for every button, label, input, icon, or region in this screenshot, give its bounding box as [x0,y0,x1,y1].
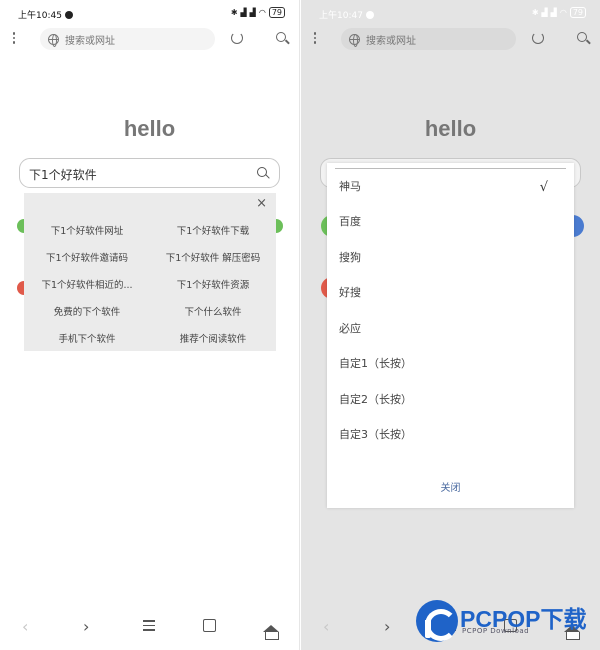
status-time: 上午10:47 [319,8,374,21]
hello-logo: hello [424,116,477,141]
back-icon[interactable]: ‹ [323,617,329,636]
dialog-divider [335,168,566,169]
selected-check-icon: √ [539,180,548,195]
globe-icon [48,33,59,47]
signal-icon: ▟ [240,8,247,17]
system-icons: ✱ ▟ ▟ ◠ 79 [532,7,586,18]
wifi-icon: ◠ [559,8,567,17]
tabs-icon[interactable] [203,617,216,636]
engine-option-bing[interactable]: 必应 [339,320,361,336]
status-time: 上午10:45 [18,8,73,21]
search-engine-dialog: 神马 √ 百度 搜狗 好搜 必应 自定1（长按） 自定2（长按） 自定3（长按）… [327,163,574,508]
signal-icon: ▟ [541,8,548,17]
globe-icon [349,33,360,47]
system-icons: ✱ ▟ ▟ ◠ 79 [231,7,285,18]
suggestion-item[interactable]: 下1个好软件下载 [150,223,276,237]
home-icon[interactable] [263,617,279,640]
suggestion-item[interactable]: 下个什么软件 [150,304,276,318]
url-bar[interactable]: 搜索或网址 [341,28,516,50]
engine-option-custom1[interactable]: 自定1（长按） [339,355,412,371]
engine-option-haosou[interactable]: 好搜 [339,284,361,300]
more-menu-icon[interactable] [312,30,318,48]
hello-logo: hello [123,116,176,141]
suggestion-item[interactable]: 推荐个阅读软件 [150,331,276,345]
engine-option-custom2[interactable]: 自定2（长按） [339,391,412,407]
watermark-sub: PCPOP Download [462,627,530,635]
engine-option-sogou[interactable]: 搜狗 [339,249,361,265]
forward-icon[interactable]: › [83,617,89,636]
browser-toolbar: 搜索或网址 [0,28,299,52]
dnd-icon [64,11,73,19]
more-menu-icon[interactable] [11,30,17,48]
pcpop-logo-icon [416,600,458,642]
search-query[interactable]: 下1个好软件 [29,166,97,183]
suggestion-item[interactable]: 下1个好软件 解压密码 [150,250,276,264]
engine-option-baidu[interactable]: 百度 [339,213,361,229]
signal-icon-2: ▟ [550,8,557,17]
left-screen: 上午10:45 ✱ ▟ ▟ ◠ 79 搜索或网址 hello 下1个好软件 × … [0,0,300,650]
back-icon[interactable]: ‹ [22,617,28,636]
bottom-nav: ‹ › [0,617,299,643]
forward-icon[interactable]: › [384,617,390,636]
browser-toolbar: 搜索或网址 [301,28,600,52]
suggestion-item[interactable]: 下1个好软件邀请码 [24,250,150,264]
search-icon[interactable] [276,32,288,44]
reload-icon[interactable] [231,32,243,44]
engine-option-shenma[interactable]: 神马 [339,178,361,194]
url-placeholder: 搜索或网址 [366,35,416,47]
close-icon[interactable]: × [256,196,267,211]
status-bar: 上午10:45 ✱ ▟ ▟ ◠ 79 [0,0,299,26]
engine-option-custom3[interactable]: 自定3（长按） [339,426,412,442]
status-bar: 上午10:47 ✱ ▟ ▟ ◠ 79 [301,0,600,26]
battery-icon: 79 [268,7,285,18]
search-icon[interactable] [257,167,269,179]
bluetooth-icon: ✱ [531,8,539,17]
menu-icon[interactable] [143,617,155,634]
pcpop-watermark-logo: PCPOP下载 PCPOP Download [416,598,600,650]
signal-icon-2: ▟ [249,8,256,17]
suggestion-item[interactable]: 手机下个软件 [24,331,150,345]
url-bar[interactable]: 搜索或网址 [40,28,215,50]
suggestion-item[interactable]: 下1个好软件相近的... [24,277,150,291]
suggestion-item[interactable]: 免费的下个软件 [24,304,150,318]
suggestion-item[interactable]: 下1个好软件资源 [150,277,276,291]
dialog-close-button[interactable]: 关闭 [327,479,574,494]
suggestion-panel: × 下1个好软件网址 下1个好软件下载 下1个好软件邀请码 下1个好软件 解压密… [24,193,276,351]
url-placeholder: 搜索或网址 [65,35,115,47]
suggestion-item[interactable]: 下1个好软件网址 [24,223,150,237]
wifi-icon: ◠ [258,8,266,17]
bluetooth-icon: ✱ [230,8,238,17]
battery-icon: 79 [569,7,586,18]
dnd-icon [365,11,374,19]
reload-icon[interactable] [532,32,544,44]
search-icon[interactable] [577,32,589,44]
search-input[interactable]: 下1个好软件 [19,158,280,188]
